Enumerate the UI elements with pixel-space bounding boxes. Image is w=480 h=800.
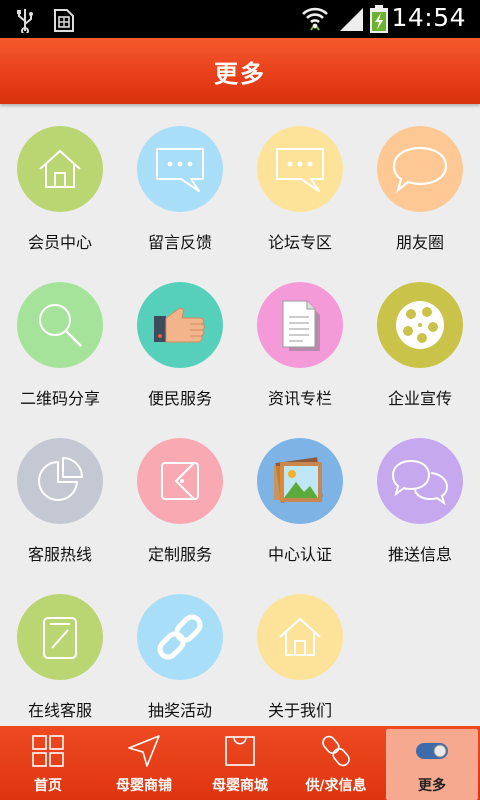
- toggle-icon: [416, 743, 448, 759]
- tile-label: 资讯专栏: [267, 389, 332, 408]
- tile-circle: [17, 438, 103, 524]
- shopping-bag-icon: [225, 736, 255, 766]
- tile-label: 客服热线: [27, 545, 92, 564]
- tile-label: 二维码分享: [19, 389, 100, 408]
- tile-circle: [17, 282, 103, 368]
- chat-bubble-icon: [276, 148, 324, 192]
- home-icon: [39, 149, 81, 188]
- tile-circle: [377, 438, 463, 524]
- tile-label: 抽奖活动: [147, 701, 212, 720]
- home-icon: [279, 617, 321, 656]
- tab-baby-mall[interactable]: 母婴商城: [192, 726, 288, 800]
- tab-label: 更多: [418, 778, 446, 794]
- grid-item-customer-hotline[interactable]: 客服热线: [0, 416, 120, 572]
- grid-item-enterprise-promo[interactable]: 企业宣传: [360, 260, 480, 416]
- status-bar: 14:54: [0, 0, 480, 38]
- tab-label: 母婴商城: [212, 778, 268, 794]
- tile-circle: [137, 282, 223, 368]
- grid-item-message-feedback[interactable]: 留言反馈: [120, 104, 240, 260]
- tile-label: 留言反馈: [147, 233, 212, 252]
- tab-supply-demand[interactable]: 供/求信息: [288, 726, 384, 800]
- tile-circle: [257, 282, 343, 368]
- tile-circle: [137, 594, 223, 680]
- sim-card-icon: [54, 9, 74, 32]
- tile-circle: [17, 126, 103, 212]
- usb-icon: [17, 9, 33, 33]
- wifi-icon: [302, 7, 328, 31]
- tile-circle: [377, 282, 463, 368]
- tile-label: 朋友圈: [395, 233, 444, 252]
- grid-item-qr-share[interactable]: 二维码分享: [0, 260, 120, 416]
- link-icon: [322, 735, 350, 767]
- tile-label: 便民服务: [147, 389, 212, 408]
- grid-item-friends-circle[interactable]: 朋友圈: [360, 104, 480, 260]
- grid-item-center-certification[interactable]: 中心认证: [240, 416, 360, 572]
- tab-label: 母婴商铺: [116, 778, 172, 794]
- tile-circle: [137, 126, 223, 212]
- speech-bubble-icon: [392, 146, 448, 193]
- magnifier-icon: [39, 304, 82, 347]
- tab-label: 首页: [34, 778, 62, 794]
- tile-label: 推送信息: [387, 545, 452, 564]
- grid-item-lottery[interactable]: 抽奖活动: [120, 572, 240, 728]
- grid-item-online-service[interactable]: 在线客服: [0, 572, 120, 728]
- tile-label: 关于我们: [267, 701, 332, 720]
- tab-home[interactable]: 首页: [0, 726, 96, 800]
- double-chat-icon: [391, 459, 449, 506]
- tile-circle: [257, 438, 343, 524]
- status-time: 14:54: [391, 3, 466, 32]
- chat-bubble-icon: [156, 148, 204, 192]
- edit-icon: [43, 617, 77, 659]
- link-icon: [157, 614, 203, 660]
- tile-label: 在线客服: [27, 701, 92, 720]
- tab-label: 供/求信息: [305, 778, 367, 794]
- pie-chart-icon: [38, 457, 83, 501]
- tile-label: 定制服务: [147, 545, 212, 564]
- grid-item-custom-service[interactable]: 定制服务: [120, 416, 240, 572]
- title-bar: 更多: [0, 38, 480, 104]
- battery-icon: [370, 5, 388, 33]
- grid-item-member-center[interactable]: 会员中心: [0, 104, 120, 260]
- tile-label: 会员中心: [27, 233, 92, 252]
- bottom-tab-bar: 首页 母婴商铺 母婴商城 供/求信息 更多: [0, 726, 480, 800]
- tile-circle: [257, 594, 343, 680]
- grid-icon: [32, 735, 64, 767]
- thumbs-up-icon: [154, 307, 205, 343]
- tile-label: 中心认证: [267, 545, 332, 564]
- film-reel-icon: [396, 301, 444, 349]
- grid-item-news-column[interactable]: 资讯专栏: [240, 260, 360, 416]
- grid-item-push-info[interactable]: 推送信息: [360, 416, 480, 572]
- grid-item-forum[interactable]: 论坛专区: [240, 104, 360, 260]
- more-grid: 会员中心 留言反馈 论坛专区 朋友圈 二维码分享 便民服务 资讯专栏 企业宣传 …: [0, 104, 480, 724]
- document-icon: [282, 300, 320, 351]
- tile-label: 论坛专区: [267, 233, 332, 252]
- tab-baby-shops[interactable]: 母婴商铺: [96, 726, 192, 800]
- grid-item-about-us[interactable]: 关于我们: [240, 572, 360, 728]
- tile-circle: [257, 126, 343, 212]
- tab-more[interactable]: 更多: [384, 726, 480, 800]
- tag-icon: [161, 462, 199, 500]
- tile-label: 企业宣传: [387, 389, 452, 408]
- page-title: 更多: [214, 59, 266, 88]
- picture-icon: [274, 457, 323, 503]
- signal-icon: [340, 8, 363, 31]
- tile-circle: [377, 126, 463, 212]
- navigation-icon: [128, 735, 160, 767]
- tile-circle: [137, 438, 223, 524]
- grid-item-convenience-service[interactable]: 便民服务: [120, 260, 240, 416]
- tile-circle: [17, 594, 103, 680]
